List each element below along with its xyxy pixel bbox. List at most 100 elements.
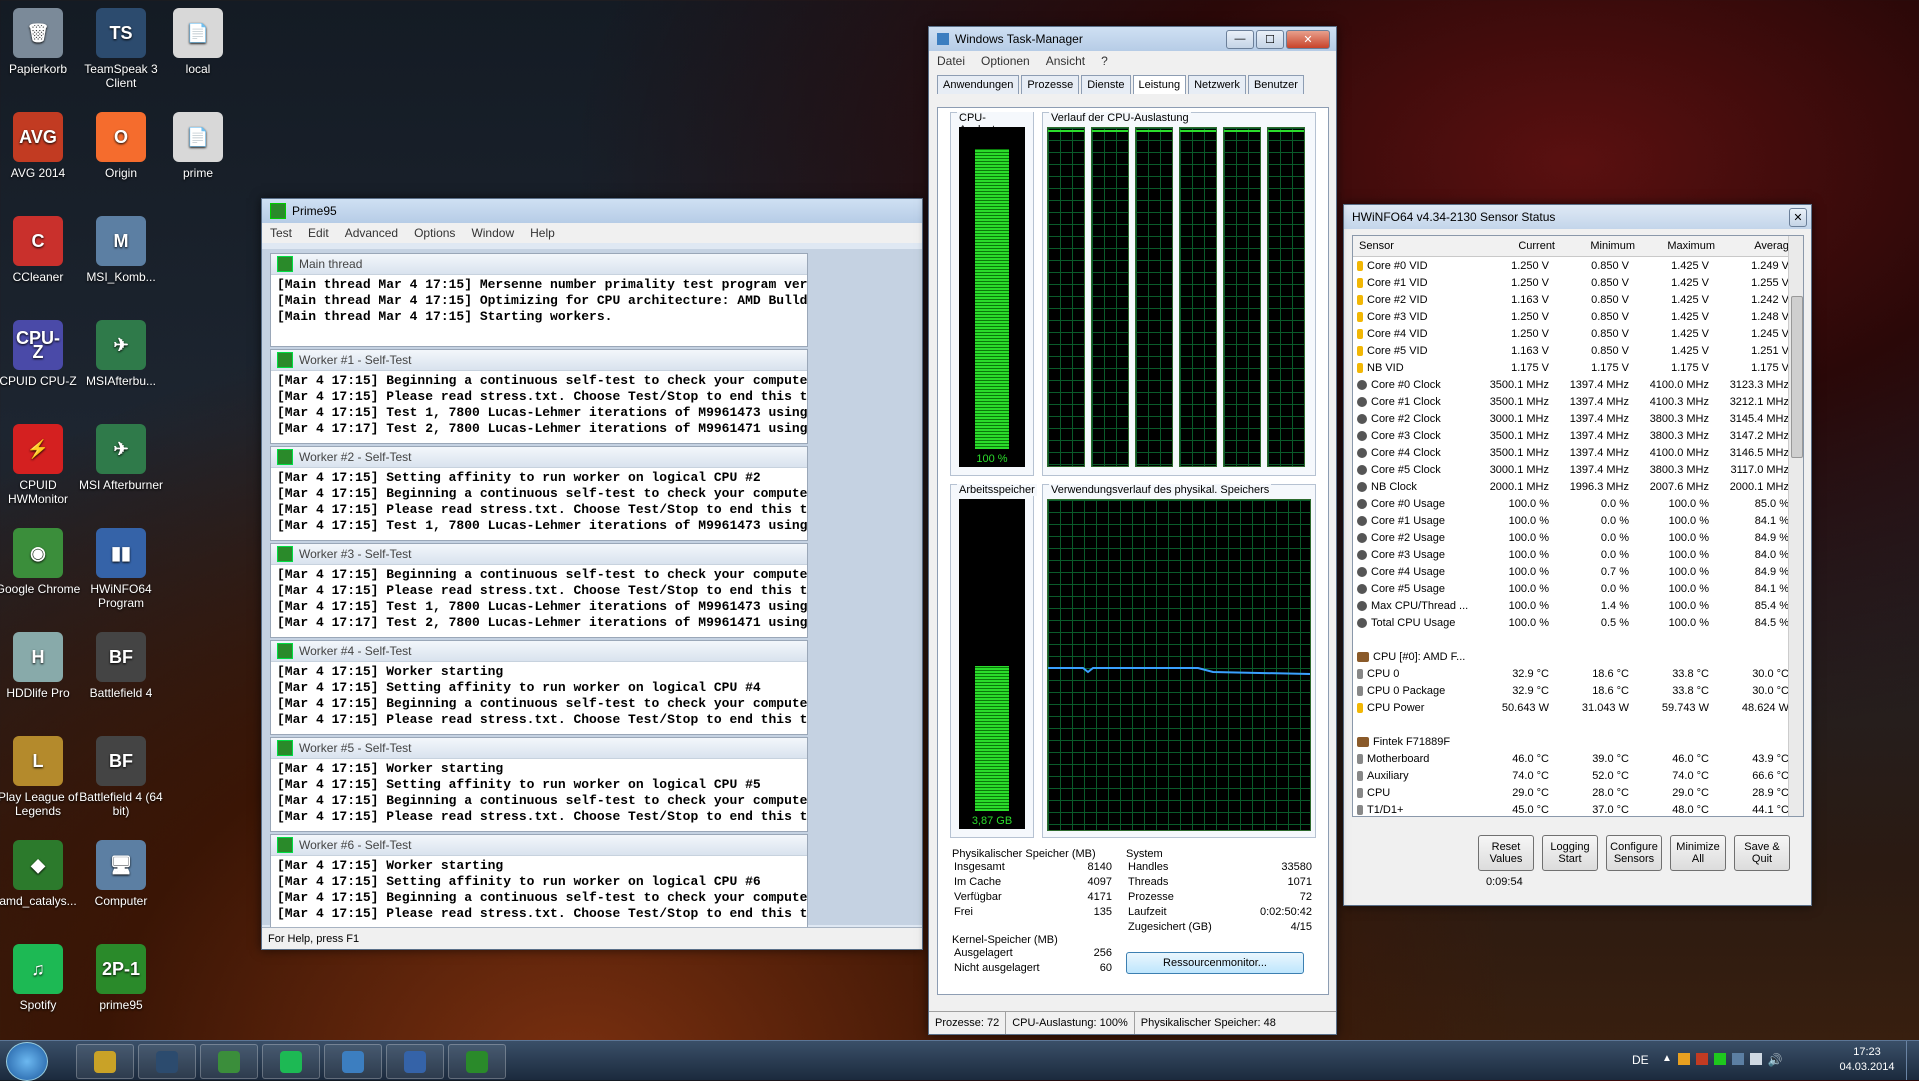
reset-values-button[interactable]: Reset Values bbox=[1478, 835, 1534, 871]
taskbar-spotify-icon[interactable] bbox=[262, 1044, 320, 1079]
sensor-row[interactable]: CPU Power 50.643 W 31.043 W 59.743 W 48.624 … bbox=[1353, 699, 1803, 716]
taskbar-hwinfo64-icon[interactable] bbox=[386, 1044, 444, 1079]
sensor-row[interactable]: Core #5 Usage 100.0 % 0.0 % 100.0 % 84.1 % bbox=[1353, 580, 1803, 597]
tray-network-icon[interactable] bbox=[1749, 1053, 1762, 1065]
sensor-row[interactable]: Max CPU/Thread ... 100.0 % 1.4 % 100.0 % 85.… bbox=[1353, 597, 1803, 614]
tray-app-icon[interactable] bbox=[1731, 1053, 1744, 1065]
worker-pane[interactable]: Main thread [Main thread Mar 4 17:15] Mer… bbox=[270, 253, 808, 347]
worker-pane[interactable]: Worker #1 - Self-Test [Mar 4 17:15] Begin… bbox=[270, 349, 808, 444]
menu-item-optionen[interactable]: Optionen bbox=[973, 54, 1038, 68]
worker-pane[interactable]: Worker #4 - Self-Test [Mar 4 17:15] Worke… bbox=[270, 640, 808, 735]
sensor-row[interactable] bbox=[1353, 716, 1803, 733]
desktop-icon[interactable]: H HDDlife Pro bbox=[0, 632, 84, 700]
sensor-row[interactable]: T1/D1+ 45.0 °C 37.0 °C 48.0 °C 44.1 °C bbox=[1353, 801, 1803, 816]
sensor-row[interactable]: Auxiliary 74.0 °C 52.0 °C 74.0 °C 66.6 °C bbox=[1353, 767, 1803, 784]
sensor-row[interactable]: Core #4 Usage 100.0 % 0.7 % 100.0 % 84.9 % bbox=[1353, 563, 1803, 580]
sensor-row[interactable]: Core #4 VID 1.250 V 0.850 V 1.425 V 1.245 V bbox=[1353, 325, 1803, 342]
menu-item-advanced[interactable]: Advanced bbox=[337, 226, 406, 240]
sensor-row[interactable]: Core #1 VID 1.250 V 0.850 V 1.425 V 1.255 V bbox=[1353, 274, 1803, 291]
tab-netzwerk[interactable]: Netzwerk bbox=[1188, 75, 1246, 94]
desktop-icon[interactable]: BF Battlefield 4 (64 bit) bbox=[75, 736, 167, 818]
hwinfo-close-button[interactable]: ✕ bbox=[1789, 207, 1807, 227]
sensor-row[interactable]: Core #2 VID 1.163 V 0.850 V 1.425 V 1.242 V bbox=[1353, 291, 1803, 308]
desktop-icon[interactable]: BF Battlefield 4 bbox=[75, 632, 167, 700]
taskbar-chrome-icon[interactable] bbox=[200, 1044, 258, 1079]
menu-item-test[interactable]: Test bbox=[262, 226, 300, 240]
close-icon[interactable]: ✕ bbox=[1286, 29, 1330, 49]
column-header-current[interactable]: Current bbox=[1479, 240, 1559, 252]
tray-app-icon[interactable] bbox=[1677, 1053, 1690, 1065]
sensor-row[interactable]: Core #1 Clock 3500.1 MHz 1397.4 MHz 4100.3 … bbox=[1353, 393, 1803, 410]
sensor-row[interactable]: Core #2 Clock 3000.1 MHz 1397.4 MHz 3800.3 … bbox=[1353, 410, 1803, 427]
tray-app-icon[interactable] bbox=[1695, 1053, 1708, 1065]
sensor-row[interactable]: Core #0 Clock 3500.1 MHz 1397.4 MHz 4100.0 … bbox=[1353, 376, 1803, 393]
sensor-row[interactable]: CPU [#0]: AMD F... bbox=[1353, 648, 1803, 665]
configure-sensors-button[interactable]: Configure Sensors bbox=[1606, 835, 1662, 871]
desktop-icon[interactable]: 🖥 Computer bbox=[75, 840, 167, 908]
hwinfo-window[interactable]: HWiNFO64 v4.34-2130 Sensor Status ✕ Sens… bbox=[1343, 204, 1812, 906]
column-header-average[interactable]: Average bbox=[1719, 240, 1799, 252]
desktop-icon[interactable]: CPU-Z CPUID CPU-Z bbox=[0, 320, 84, 388]
taskbar-explorer-icon[interactable] bbox=[76, 1044, 134, 1079]
menu-item-window[interactable]: Window bbox=[463, 226, 522, 240]
desktop-icon[interactable]: 📄 local bbox=[152, 8, 244, 76]
hwinfo-scroll-thumb[interactable] bbox=[1791, 296, 1803, 458]
sensor-row[interactable]: Fintek F71889F bbox=[1353, 733, 1803, 750]
resource-monitor-button[interactable]: Ressourcenmonitor... bbox=[1126, 952, 1304, 974]
worker-pane[interactable]: Worker #3 - Self-Test [Mar 4 17:15] Begin… bbox=[270, 543, 808, 638]
sensor-row[interactable]: CPU 0 32.9 °C 18.6 °C 33.8 °C 30.0 °C bbox=[1353, 665, 1803, 682]
tray-up-arrow-icon[interactable]: ▲ bbox=[1662, 1053, 1672, 1067]
sensor-row[interactable]: NB Clock 2000.1 MHz 1996.3 MHz 2007.6 MHz 20… bbox=[1353, 478, 1803, 495]
hwinfo-sensor-table[interactable]: Sensor Current Minimum Maximum Average Core … bbox=[1352, 235, 1804, 817]
menu-item-ansicht[interactable]: Ansicht bbox=[1038, 54, 1093, 68]
prime95-titlebar[interactable]: Prime95 bbox=[262, 199, 922, 223]
tray-cpu-meter-icon[interactable] bbox=[1713, 1053, 1726, 1065]
column-header-maximum[interactable]: Maximum bbox=[1639, 240, 1719, 252]
desktop-icon[interactable]: C CCleaner bbox=[0, 216, 84, 284]
desktop-icon[interactable]: ◆ amd_catalys... bbox=[0, 840, 84, 908]
sensor-row[interactable]: Core #2 Usage 100.0 % 0.0 % 100.0 % 84.9 % bbox=[1353, 529, 1803, 546]
taskbar-teamspeak-icon[interactable] bbox=[138, 1044, 196, 1079]
sensor-row[interactable]: Core #3 VID 1.250 V 0.850 V 1.425 V 1.248 V bbox=[1353, 308, 1803, 325]
tab-leistung[interactable]: Leistung bbox=[1132, 75, 1187, 94]
sensor-row[interactable]: Core #1 Usage 100.0 % 0.0 % 100.0 % 84.1 % bbox=[1353, 512, 1803, 529]
tab-dienste[interactable]: Dienste bbox=[1081, 75, 1131, 94]
desktop-icon[interactable]: ◉ Google Chrome bbox=[0, 528, 84, 596]
save-quit-button[interactable]: Save & Quit bbox=[1734, 835, 1790, 871]
desktop-icon[interactable]: M MSI_Komb... bbox=[75, 216, 167, 284]
minimize-all-button[interactable]: Minimize All bbox=[1670, 835, 1726, 871]
taskmgr-titlebar[interactable]: Windows Task-Manager — ☐ ✕ bbox=[929, 27, 1336, 51]
tray-volume-icon[interactable]: 🔊 bbox=[1768, 1053, 1783, 1067]
menu-item-datei[interactable]: Datei bbox=[929, 54, 973, 68]
sensor-row[interactable]: CPU 29.0 °C 28.0 °C 29.0 °C 28.9 °C bbox=[1353, 784, 1803, 801]
desktop-icon[interactable]: ♫ Spotify bbox=[0, 944, 84, 1012]
sensor-row[interactable]: Motherboard 46.0 °C 39.0 °C 46.0 °C 43.9 °C bbox=[1353, 750, 1803, 767]
start-button[interactable] bbox=[6, 1042, 48, 1081]
minimize-icon[interactable]: — bbox=[1226, 29, 1254, 49]
sensor-row[interactable]: Total CPU Usage 100.0 % 0.5 % 100.0 % 84.5 % bbox=[1353, 614, 1803, 631]
sensor-row[interactable]: CPU 0 Package 32.9 °C 18.6 °C 33.8 °C 30.0 °… bbox=[1353, 682, 1803, 699]
sensor-row[interactable]: Core #3 Clock 3500.1 MHz 1397.4 MHz 3800.3 … bbox=[1353, 427, 1803, 444]
desktop-icon[interactable]: L Play League of Legends bbox=[0, 736, 84, 818]
desktop-icon[interactable]: 2P-1 prime95 bbox=[75, 944, 167, 1012]
menu-item-edit[interactable]: Edit bbox=[300, 226, 337, 240]
sensor-row[interactable]: Core #4 Clock 3500.1 MHz 1397.4 MHz 4100.0 … bbox=[1353, 444, 1803, 461]
worker-pane[interactable]: Worker #5 - Self-Test [Mar 4 17:15] Worke… bbox=[270, 737, 808, 832]
tab-prozesse[interactable]: Prozesse bbox=[1021, 75, 1080, 94]
desktop-icon[interactable]: ✈ MSIAfterbu... bbox=[75, 320, 167, 388]
desktop-icon[interactable]: ▮▮ HWiNFO64 Program bbox=[75, 528, 167, 610]
column-header-minimum[interactable]: Minimum bbox=[1559, 240, 1639, 252]
desktop-icon[interactable]: 📄 prime bbox=[152, 112, 244, 180]
maximize-icon[interactable]: ☐ bbox=[1256, 29, 1284, 49]
sensor-row[interactable]: Core #0 VID 1.250 V 0.850 V 1.425 V 1.249 V bbox=[1353, 257, 1803, 274]
worker-pane[interactable]: Worker #6 - Self-Test [Mar 4 17:15] Worke… bbox=[270, 834, 808, 929]
language-indicator[interactable]: DE bbox=[1632, 1053, 1649, 1067]
desktop-icon[interactable]: AVG AVG 2014 bbox=[0, 112, 84, 180]
menu-item-help[interactable]: ? bbox=[1093, 54, 1116, 68]
desktop-icon[interactable]: ✈ MSI Afterburner bbox=[75, 424, 167, 492]
desktop-icon[interactable]: 🗑 Papierkorb bbox=[0, 8, 84, 76]
prime95-window[interactable]: Prime95 Test Edit Advanced Options Window Hel… bbox=[261, 198, 923, 950]
show-desktop-button[interactable] bbox=[1906, 1041, 1919, 1080]
tab-benutzer[interactable]: Benutzer bbox=[1247, 75, 1304, 94]
menu-item-help[interactable]: Help bbox=[522, 226, 563, 240]
